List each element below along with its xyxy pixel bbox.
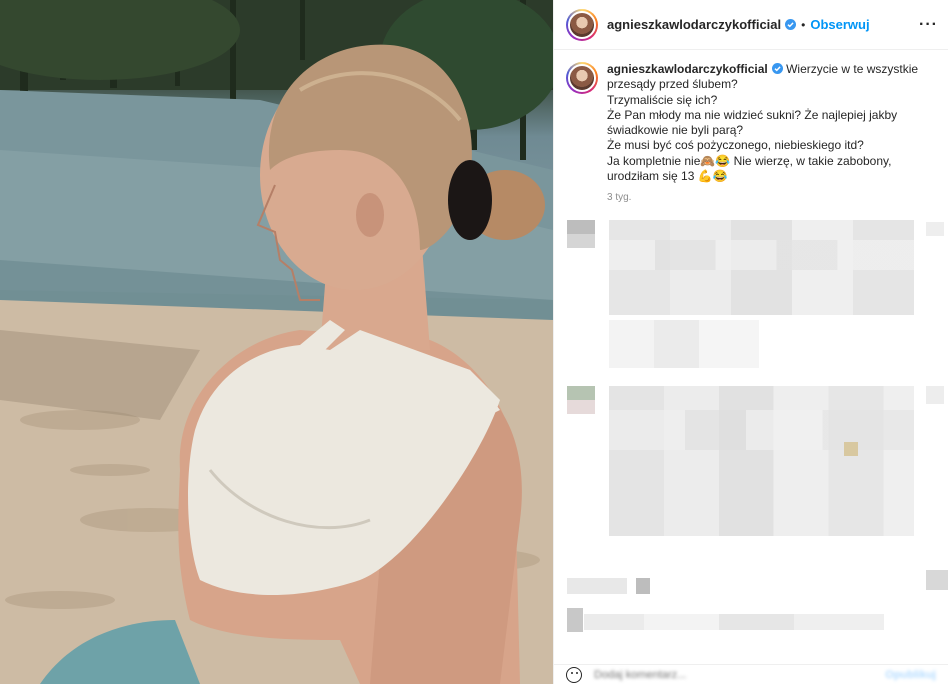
caption-avatar[interactable] <box>566 62 598 94</box>
author-avatar[interactable] <box>566 8 598 41</box>
pixelated-actions <box>567 608 583 632</box>
post-comment-button[interactable]: Opublikuj <box>885 669 936 681</box>
post-detail-panel: agnieszkawlodarczykofficial • Obserwuj ·… <box>553 0 948 684</box>
pixelated-avatar <box>567 234 595 248</box>
pixelated-avatar <box>567 400 595 414</box>
pixelated-comment-text <box>609 240 914 270</box>
pixelated-comment-text <box>609 386 914 536</box>
caption-line: Że musi być coś pożyczonego, niebieskieg… <box>607 138 864 153</box>
pixelated-comment-meta <box>567 578 627 594</box>
pixelated-comments <box>554 200 948 664</box>
caption-line: Ja kompletnie nie🙈😂 Nie wierzę, w takie … <box>607 153 892 184</box>
pixelated-actions <box>584 614 884 630</box>
photo-illustration <box>0 0 553 684</box>
pixelated-like <box>926 222 944 236</box>
verified-badge-icon <box>785 19 797 30</box>
post-photo[interactable] <box>0 0 553 684</box>
post-caption: agnieszkawlodarczykofficial Wierzycie w … <box>554 50 948 206</box>
more-options-icon[interactable]: ··· <box>919 16 938 34</box>
pixelated-avatar <box>567 220 595 234</box>
pixelated-comment-meta <box>926 570 948 590</box>
post-header: agnieszkawlodarczykofficial • Obserwuj ·… <box>554 0 948 50</box>
comment-composer: Opublikuj <box>554 664 948 684</box>
caption-line: Że Pan młody ma nie widzieć sukni? Że na… <box>607 107 898 138</box>
emoji-icon[interactable] <box>566 666 582 683</box>
caption-line: Trzymaliście się ich? <box>607 92 718 107</box>
pixelated-like <box>926 386 944 404</box>
comment-input[interactable] <box>594 668 854 681</box>
pixelated-comment-meta <box>636 578 650 594</box>
author-username[interactable]: agnieszkawlodarczykofficial <box>607 17 781 32</box>
caption-username[interactable]: agnieszkawlodarczykofficial <box>607 62 768 76</box>
pixelated-comment-text <box>609 410 914 450</box>
caption-body: agnieszkawlodarczykofficial Wierzycie w … <box>607 62 936 206</box>
pixelated-emoji <box>844 442 858 456</box>
pixelated-comment-meta <box>609 320 759 368</box>
verified-badge-icon <box>771 63 783 74</box>
separator-dot: • <box>801 17 806 32</box>
follow-button[interactable]: Obserwuj <box>810 17 869 32</box>
pixelated-avatar <box>567 386 595 400</box>
